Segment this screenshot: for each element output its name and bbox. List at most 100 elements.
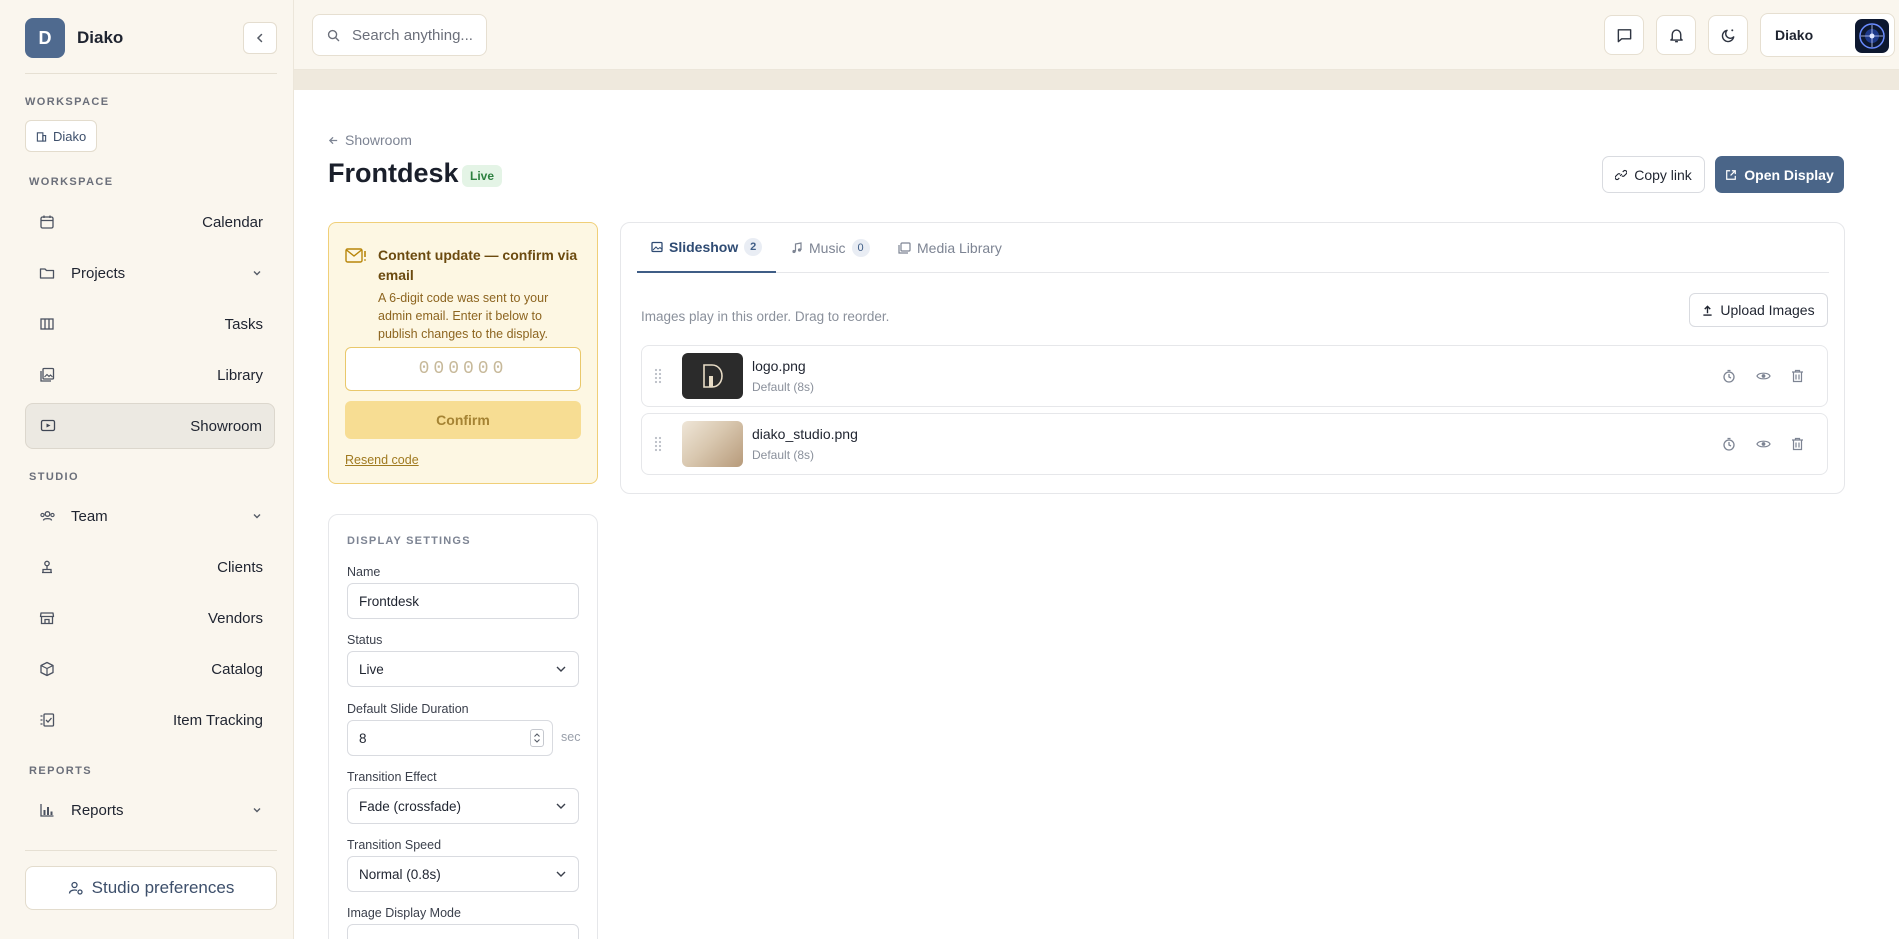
collapse-sidebar-button[interactable] [243, 22, 277, 54]
status-select[interactable]: Live [347, 651, 579, 687]
list-item[interactable]: logo.png Default (8s) [641, 345, 1828, 407]
sidebar-item-calendar[interactable]: Calendar [25, 199, 275, 245]
kanban-icon [37, 314, 57, 334]
studio-preferences-label: Studio preferences [91, 878, 235, 897]
display-mode-select[interactable] [347, 924, 579, 939]
studio-section-label: STUDIO [29, 471, 79, 483]
sidebar-item-label: Calendar [202, 213, 263, 231]
name-field[interactable]: Frontdesk [347, 583, 579, 619]
chevron-left-icon [256, 33, 263, 43]
user-menu[interactable]: Diako [1760, 13, 1895, 57]
sidebar-item-team[interactable]: Team [25, 493, 275, 539]
sidebar-item-library[interactable]: Library [25, 352, 275, 398]
divider [25, 73, 277, 74]
open-display-button[interactable]: Open Display [1715, 156, 1844, 193]
workspace-nav-label: WORKSPACE [29, 176, 114, 188]
duration-stepper[interactable] [530, 729, 544, 747]
link-icon [1615, 169, 1628, 180]
verification-code-input[interactable] [345, 347, 581, 391]
stepper-arrows-icon [534, 733, 540, 743]
speed-select[interactable]: Normal (0.8s) [347, 856, 579, 892]
sidebar-item-reports[interactable]: Reports [25, 787, 275, 833]
sidebar-item-label: Showroom [190, 417, 262, 435]
tab-slideshow[interactable]: Slideshow 2 [637, 223, 777, 273]
store-icon [37, 608, 57, 628]
email-confirm-panel: Content update — confirm via email A 6-d… [328, 222, 598, 484]
search-input[interactable] [352, 26, 472, 44]
eye-icon[interactable] [1753, 366, 1773, 386]
trash-icon[interactable] [1787, 366, 1807, 386]
brand-name: Diako [77, 28, 124, 47]
display-mode-label: Image Display Mode [347, 906, 461, 920]
tab-label: Media Library [917, 240, 1002, 256]
upload-images-button[interactable]: Upload Images [1689, 293, 1828, 327]
timer-icon[interactable] [1719, 434, 1739, 454]
confirm-description: A 6-digit code was sent to your admin em… [378, 291, 549, 341]
sidebar-item-catalog[interactable]: Catalog [25, 646, 275, 692]
status-badge: Live [462, 165, 503, 187]
tab-media-library[interactable]: Media Library [884, 223, 1016, 273]
sidebar-item-showroom[interactable]: Showroom [25, 403, 275, 449]
copy-link-button[interactable]: Copy link [1602, 156, 1705, 193]
upload-icon [1703, 304, 1713, 316]
sidebar-item-label: Catalog [211, 660, 263, 678]
sidebar-item-clients[interactable]: Clients [25, 544, 275, 590]
resend-code-link[interactable]: Resend code [345, 453, 419, 467]
music-note-icon [792, 242, 802, 254]
search-box[interactable] [312, 14, 487, 56]
sidebar-item-item-tracking[interactable]: Item Tracking [25, 697, 275, 743]
confirm-button[interactable]: Confirm [345, 401, 581, 439]
brand[interactable]: D Diako [25, 18, 123, 58]
sidebar-item-projects[interactable]: Projects [25, 250, 275, 296]
users-icon [37, 506, 57, 526]
name-value: Frontdesk [359, 593, 420, 609]
bell-icon [1669, 28, 1683, 42]
sidebar-item-label: Clients [217, 558, 263, 576]
moon-icon [1721, 28, 1734, 42]
theme-toggle-button[interactable] [1708, 15, 1748, 55]
tab-music[interactable]: Music 0 [777, 223, 884, 273]
drag-handle-icon[interactable] [654, 368, 662, 384]
image-icon [651, 241, 663, 253]
duration-unit: sec [561, 730, 581, 744]
workspace-chip-label: Diako [53, 128, 87, 144]
external-link-icon [1726, 169, 1737, 180]
gallery-icon [898, 242, 911, 254]
sidebar-item-label: Projects [71, 264, 126, 282]
images-icon [37, 365, 57, 385]
eye-icon[interactable] [1753, 434, 1773, 454]
trash-icon[interactable] [1787, 434, 1807, 454]
duration-input[interactable]: 8 [347, 720, 553, 756]
slideshow-card: Slideshow 2 Music 0 Media Library Images… [620, 222, 1845, 494]
d-logo-icon [702, 364, 723, 388]
tab-label: Slideshow [669, 239, 739, 255]
studio-preferences-button[interactable]: Studio preferences [25, 866, 277, 910]
back-link-label: Showroom [345, 132, 412, 148]
transition-value: Fade (crossfade) [359, 798, 462, 814]
checklist-icon [37, 710, 57, 730]
tab-count-badge: 0 [851, 239, 870, 257]
tab-count-badge: 2 [744, 238, 763, 256]
sidebar-item-vendors[interactable]: Vendors [25, 595, 275, 641]
drag-handle-icon[interactable] [654, 436, 662, 452]
brand-avatar: D [25, 18, 65, 58]
sidebar-item-tasks[interactable]: Tasks [25, 301, 275, 347]
messages-button[interactable] [1604, 15, 1644, 55]
sidebar-item-label: Library [217, 366, 263, 384]
timer-icon[interactable] [1719, 366, 1739, 386]
list-item[interactable]: diako_studio.png Default (8s) [641, 413, 1828, 475]
transition-select[interactable]: Fade (crossfade) [347, 788, 579, 824]
workspace-switcher[interactable]: Diako [25, 120, 98, 152]
open-display-label: Open Display [1744, 166, 1834, 183]
back-to-showroom-link[interactable]: Showroom [328, 132, 412, 148]
message-icon [1617, 28, 1631, 42]
chevron-down-icon [253, 271, 261, 276]
folder-icon [37, 263, 57, 283]
workspace-section-label: WORKSPACE [25, 96, 110, 108]
notifications-button[interactable] [1656, 15, 1696, 55]
image-name: logo.png [752, 358, 806, 374]
mail-alert-icon [345, 248, 366, 263]
tab-label: Music [809, 240, 846, 256]
sidebar-item-label: Team [71, 507, 108, 525]
chevron-down-icon [253, 514, 261, 519]
